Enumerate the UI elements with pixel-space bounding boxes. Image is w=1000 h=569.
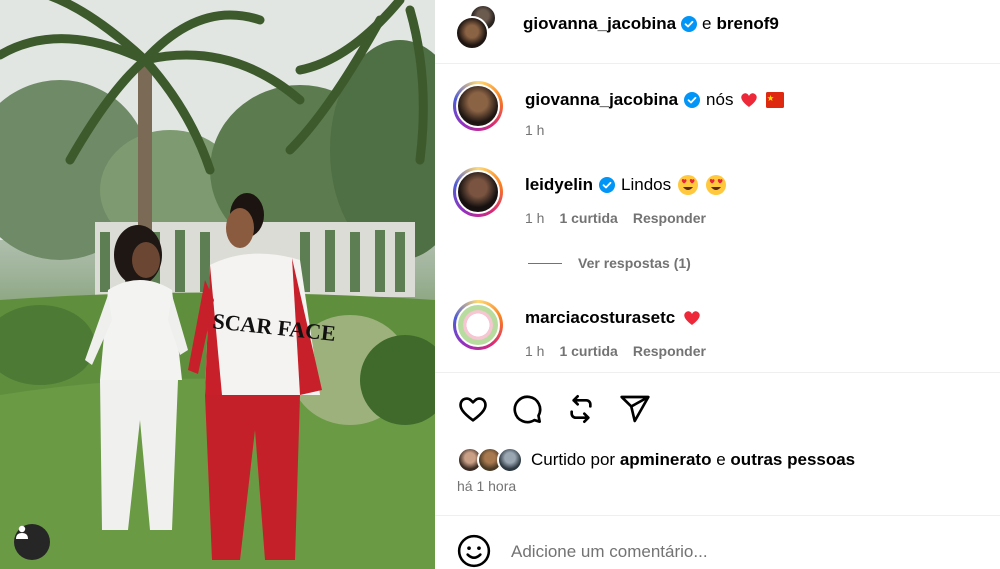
comment-time[interactable]: 1 h [525, 342, 544, 360]
avatar [455, 16, 489, 50]
comment-body: giovanna_jacobina nós [525, 89, 785, 111]
comment-body: leidyelin Lindos [525, 174, 727, 196]
comment-body: marciacosturasetc [525, 307, 703, 329]
share-icon[interactable] [619, 393, 651, 425]
verified-badge-icon [684, 92, 701, 108]
add-comment-bar [435, 515, 1000, 569]
comment-username[interactable]: marciacosturasetc [525, 307, 675, 329]
action-bar [435, 372, 1000, 447]
liked-by-user[interactable]: apminerato [620, 450, 712, 470]
liked-by-prefix: Curtido por [531, 450, 616, 469]
emoji-picker-icon[interactable] [457, 534, 491, 568]
comment-username[interactable]: giovanna_jacobina [525, 89, 678, 111]
authors-conjunction: e [702, 14, 712, 33]
post-timestamp[interactable]: há 1 hora [457, 478, 516, 494]
reply-button[interactable]: Responder [633, 209, 706, 227]
avatar[interactable] [453, 300, 503, 350]
replies-divider [528, 262, 562, 264]
comment-username[interactable]: leidyelin [525, 174, 593, 196]
comment-likes[interactable]: 1 curtida [559, 209, 617, 227]
avatar [497, 447, 523, 473]
view-replies-label: Ver respostas (1) [578, 255, 691, 271]
liked-by-others[interactable]: outras pessoas [730, 450, 855, 470]
heart-emoji-icon [741, 93, 758, 107]
china-flag-emoji-icon [766, 92, 785, 108]
collaborator-username[interactable]: brenof9 [717, 14, 779, 34]
person-icon [16, 525, 28, 539]
verified-badge-icon [681, 16, 698, 32]
photo-scene: SCAR FACE [0, 0, 435, 569]
post-header: giovanna_jacobina e brenof9 [435, 0, 1000, 64]
heart-emoji-icon [684, 311, 700, 325]
repost-icon[interactable] [565, 393, 597, 425]
heart-icon[interactable] [457, 393, 489, 425]
post-photo: SCAR FACE [0, 0, 435, 569]
heart-eyes-emoji-icon [678, 175, 699, 195]
comment-text: Lindos [621, 175, 672, 194]
avatar[interactable] [453, 81, 503, 131]
liked-by-conjunction: e [716, 450, 726, 469]
comment-meta: 1 h 1 curtida Responder [525, 209, 706, 227]
comment-meta: 1 h [525, 121, 544, 139]
view-replies-button[interactable]: Ver respostas (1) [528, 255, 691, 271]
comment-meta: 1 h 1 curtida Responder [525, 342, 706, 360]
author-username[interactable]: giovanna_jacobina [523, 14, 676, 34]
liked-by: Curtido por apminerato e outras pessoas [457, 447, 855, 473]
collab-avatars[interactable] [455, 4, 497, 50]
tagged-users-button[interactable] [14, 524, 50, 560]
comment-icon[interactable] [511, 393, 543, 425]
comment-time[interactable]: 1 h [525, 209, 544, 227]
comment-time[interactable]: 1 h [525, 121, 544, 139]
comment-likes[interactable]: 1 curtida [559, 342, 617, 360]
avatar[interactable] [453, 167, 503, 217]
reply-button[interactable]: Responder [633, 342, 706, 360]
comment-text: nós [706, 90, 734, 109]
post-details-panel: giovanna_jacobina e brenof9 giovanna_jac… [435, 0, 1000, 569]
verified-badge-icon [599, 177, 616, 193]
post-authors: giovanna_jacobina e brenof9 [523, 14, 779, 34]
heart-eyes-emoji-icon [706, 175, 727, 195]
liked-by-avatars[interactable] [457, 447, 525, 473]
comment-input[interactable] [511, 538, 951, 566]
